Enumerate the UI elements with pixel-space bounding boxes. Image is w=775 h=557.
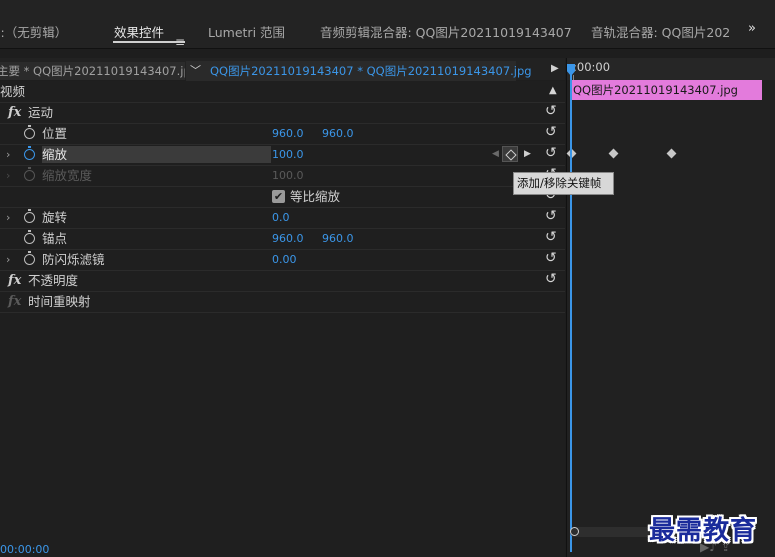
selection-highlight <box>42 146 271 163</box>
add-remove-keyframe-button[interactable] <box>502 146 518 162</box>
stopwatch-icon[interactable] <box>24 167 35 181</box>
property-label: 旋转 <box>42 210 68 225</box>
time-ruler[interactable]: :00:00 <box>567 58 775 80</box>
tab-lumetri-scopes[interactable]: Lumetri 范围 <box>208 22 285 41</box>
effect-label: 运动 <box>28 105 54 120</box>
tab-overflow-icon[interactable]: » <box>748 21 756 36</box>
section-label: 视频 <box>0 84 26 99</box>
effect-row-opacity[interactable]: fx 不透明度 ↺ <box>0 270 565 292</box>
playhead-line[interactable] <box>570 74 572 552</box>
position-x-value[interactable]: 960.0 <box>272 123 304 144</box>
effect-controls-panel: 视频 ▲ fx 运动 ↺ 位置 960.0 960.0 ↺ › 缩放 100.0… <box>0 81 565 557</box>
keyframe-tooltip: 添加/移除关键帧 <box>513 172 614 195</box>
reset-icon[interactable]: ↺ <box>545 269 557 290</box>
tab-effect-controls[interactable]: 效果控件 <box>114 22 164 41</box>
chevron-right-icon[interactable]: › <box>6 207 10 228</box>
current-timecode[interactable]: 00:00:00 <box>0 543 49 556</box>
property-row-scale[interactable]: › 缩放 100.0 ◀ ▶ ↺ <box>0 144 565 166</box>
reset-icon[interactable]: ↺ <box>545 248 557 269</box>
property-label: 位置 <box>42 126 68 141</box>
scale-value[interactable]: 100.0 <box>272 144 304 165</box>
panel-tab-bar: 源:（无剪辑） 效果控件 ≡ Lumetri 范围 音频剪辑混合器: QQ图片2… <box>0 14 775 49</box>
anti-flicker-value[interactable]: 0.00 <box>272 249 297 270</box>
property-row-scale-width[interactable]: › 缩放宽度 100.0 ↺ <box>0 165 565 187</box>
fx-icon[interactable]: fx <box>8 102 21 123</box>
property-row-position[interactable]: 位置 960.0 960.0 ↺ <box>0 123 565 145</box>
tab-audio-track-mixer[interactable]: 音轨混合器: QQ图片202 <box>591 22 730 41</box>
rotation-value[interactable]: 0.0 <box>272 207 290 228</box>
reset-icon[interactable]: ↺ <box>545 122 557 143</box>
stopwatch-icon[interactable] <box>24 251 35 265</box>
effect-row-motion[interactable]: fx 运动 ↺ <box>0 102 565 124</box>
effect-label: 时间重映射 <box>28 294 91 309</box>
fx-icon[interactable]: fx <box>8 270 21 291</box>
checkbox-label: 等比缩放 <box>290 189 341 204</box>
anchor-y-value[interactable]: 960.0 <box>322 228 354 249</box>
property-label: 缩放 <box>42 147 68 162</box>
position-y-value[interactable]: 960.0 <box>322 123 354 144</box>
property-row-uniform-scale[interactable]: ✔ 等比缩放 ↺ <box>0 186 565 208</box>
property-label: 缩放宽度 <box>42 168 93 183</box>
effect-label: 不透明度 <box>28 273 79 288</box>
property-label: 防闪烁滤镜 <box>42 252 105 267</box>
uniform-scale-checkbox[interactable]: ✔ <box>272 190 285 203</box>
chevron-right-icon[interactable]: › <box>6 249 10 270</box>
active-tab-underline <box>113 41 185 43</box>
timeline-clip[interactable]: QQ图片20211019143407.jpg <box>570 80 762 100</box>
reset-icon[interactable]: ↺ <box>545 143 557 164</box>
stopwatch-icon[interactable] <box>24 209 35 223</box>
tab-audio-clip-mixer[interactable]: 音频剪辑混合器: QQ图片20211019143407 <box>320 22 572 41</box>
chevron-down-icon[interactable]: ﹀ <box>190 62 201 78</box>
stopwatch-icon[interactable] <box>24 230 35 244</box>
watermark-logo: 最需教育 <box>649 516 758 546</box>
play-triangle-icon[interactable]: ▶ <box>551 63 559 74</box>
stopwatch-icon[interactable] <box>24 125 35 139</box>
next-keyframe-icon[interactable]: ▶ <box>524 144 531 165</box>
reset-icon[interactable]: ↺ <box>545 101 557 122</box>
effect-row-time-remap[interactable]: fx 时间重映射 <box>0 291 565 313</box>
anchor-x-value[interactable]: 960.0 <box>272 228 304 249</box>
chevron-right-icon[interactable]: › <box>6 144 10 165</box>
reset-icon[interactable]: ↺ <box>545 227 557 248</box>
property-row-anti-flicker[interactable]: › 防闪烁滤镜 0.00 ↺ <box>0 249 565 271</box>
prev-keyframe-icon[interactable]: ◀ <box>492 144 499 165</box>
stopwatch-icon[interactable] <box>24 146 35 160</box>
zoom-handle[interactable] <box>570 527 579 536</box>
reset-icon[interactable]: ↺ <box>545 206 557 227</box>
video-section-header: 视频 ▲ <box>0 81 565 103</box>
top-bar <box>0 0 775 14</box>
sequence-clip-selector[interactable]: QQ图片20211019143407 * QQ图片20211019143407.… <box>210 62 532 80</box>
keyframe-diamond[interactable] <box>608 148 619 159</box>
master-clip-selector[interactable]: 主要 * QQ图片20211019143407.jpg <box>0 62 185 80</box>
ruler-time-label: :00:00 <box>573 60 611 74</box>
property-row-rotation[interactable]: › 旋转 0.0 ↺ <box>0 207 565 229</box>
scale-width-value: 100.0 <box>272 169 304 182</box>
chevron-right-icon[interactable]: › <box>6 165 10 186</box>
fx-icon: fx <box>8 294 22 309</box>
scroll-up-icon[interactable]: ▲ <box>549 80 557 101</box>
keyframe-diamond[interactable] <box>666 148 677 159</box>
property-label: 锚点 <box>42 231 68 246</box>
tab-source[interactable]: 源:（无剪辑） <box>0 22 67 41</box>
property-row-anchor[interactable]: 锚点 960.0 960.0 ↺ <box>0 228 565 250</box>
keyframe-diamond[interactable] <box>566 148 577 159</box>
keyframe-timeline[interactable]: :00:00 QQ图片20211019143407.jpg <box>566 58 775 557</box>
